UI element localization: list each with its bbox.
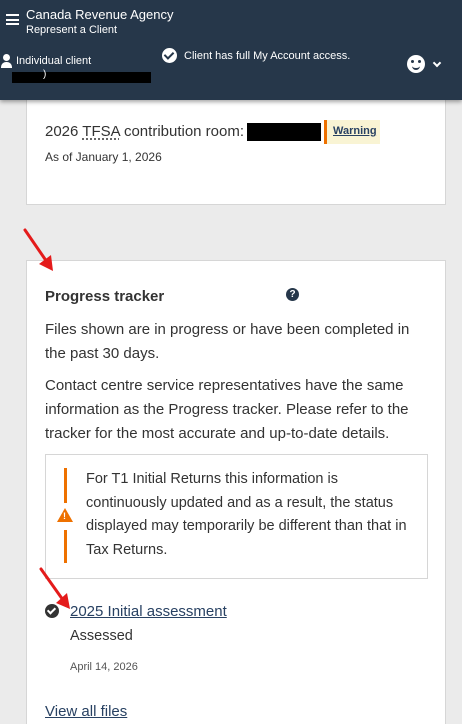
- page: Canada Revenue Agency Represent a Client…: [0, 0, 462, 724]
- annotation-arrow-icon: [39, 567, 70, 609]
- view-all-files-link[interactable]: View all files: [45, 703, 127, 720]
- check-circle-icon: [162, 48, 177, 63]
- as-of-date: As of January 1, 2026: [45, 150, 162, 164]
- assessment-date: April 14, 2026: [70, 661, 138, 673]
- access-status: Client has full My Account access.: [162, 48, 350, 63]
- help-icon[interactable]: ?: [286, 288, 299, 301]
- initial-assessment-link[interactable]: 2025 Initial assessment: [70, 603, 227, 620]
- redacted-client-name: ): [12, 69, 151, 83]
- progress-tracker-title: Progress tracker: [45, 288, 165, 305]
- warning-glyph: !: [63, 511, 66, 521]
- person-icon: [1, 54, 13, 68]
- header-subtitle: Represent a Client: [26, 24, 118, 36]
- tfsa-abbr: TFSA: [82, 123, 120, 140]
- tfsa-card: 2026 TFSA contribution room: Warning As …: [26, 90, 446, 205]
- progress-intro-text: Files shown are in progress or have been…: [45, 321, 410, 362]
- assessment-status: Assessed: [70, 628, 133, 644]
- alert-text: For T1 Initial Returns this information …: [86, 471, 407, 558]
- tfsa-contribution-label: 2026 TFSA contribution room:: [45, 123, 244, 140]
- alert-bar: [64, 468, 67, 503]
- header: Canada Revenue Agency Represent a Client…: [0, 0, 462, 100]
- progress-contact-text: Contact centre service representatives h…: [45, 377, 409, 442]
- t1-alert: ! For T1 Initial Returns this informatio…: [45, 454, 428, 579]
- menu-icon[interactable]: [6, 14, 19, 25]
- tfsa-label-suffix: contribution room:: [123, 123, 245, 140]
- account-menu[interactable]: [407, 55, 442, 73]
- agency-name: Canada Revenue Agency: [26, 7, 174, 22]
- warning-icon: !: [57, 508, 73, 522]
- annotation-arrow-icon: [23, 228, 53, 271]
- progress-tracker-card: Progress tracker ? Files shown are in pr…: [26, 260, 446, 724]
- client-row: Individual client: [0, 51, 91, 71]
- account-face-icon: [407, 55, 425, 73]
- chevron-down-icon: [432, 58, 442, 67]
- redacted-tfsa-amount: [247, 123, 321, 141]
- tfsa-year: 2026: [45, 123, 79, 140]
- client-name-fragment: ): [43, 69, 47, 80]
- access-label: Client has full My Account access.: [184, 49, 351, 62]
- alert-bar: [64, 530, 67, 563]
- client-label: Individual client: [16, 55, 92, 67]
- warning-link[interactable]: Warning: [324, 120, 380, 144]
